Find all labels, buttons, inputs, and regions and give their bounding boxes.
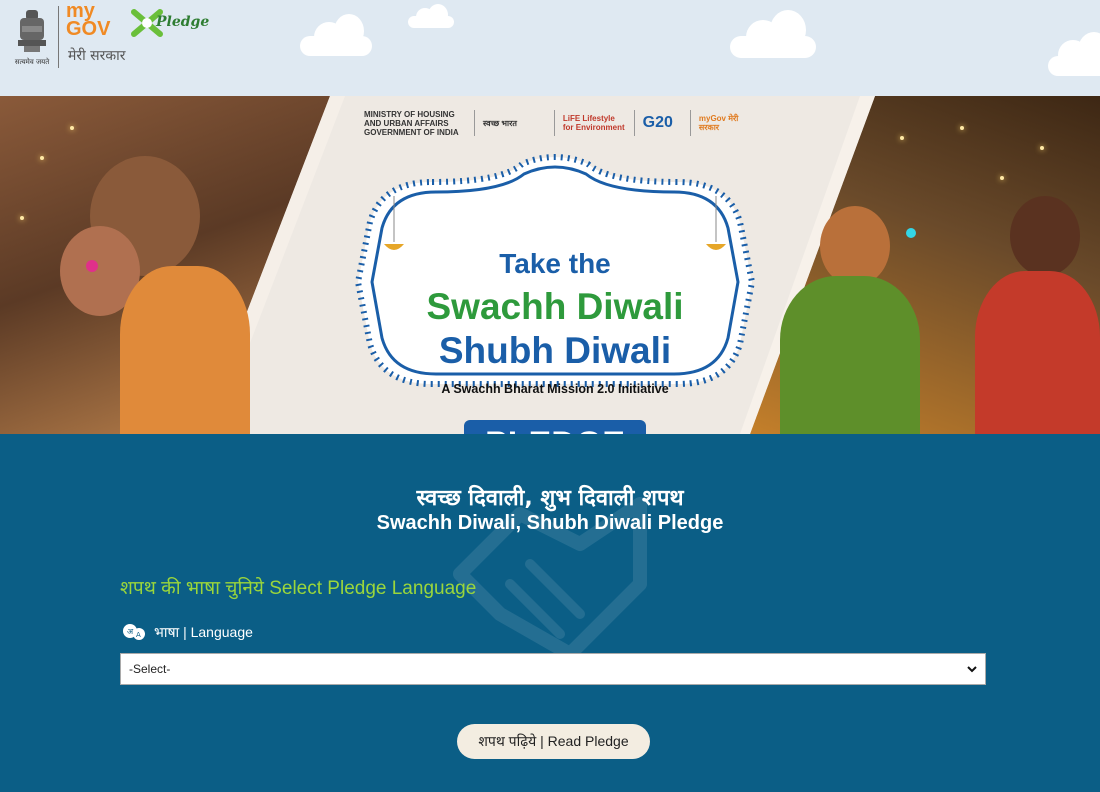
sponsor-mohua: MINISTRY OF HOUSING AND URBAN AFFAIRS GO… — [364, 109, 459, 137]
translate-icon: अ A — [123, 624, 145, 640]
sponsor-separator — [633, 110, 635, 136]
sponsor-swachh-bharat: स्वच्छ भारत — [483, 118, 517, 128]
language-select[interactable]: -Select- — [120, 653, 986, 685]
sponsor-mygov: myGov मेरी सरकार — [698, 114, 739, 132]
pledge-banner: MINISTRY OF HOUSING AND URBAN AFFAIRS GO… — [0, 96, 1100, 434]
badge-line-take-the: Take the — [499, 248, 611, 279]
language-label: अ A भाषा | Language — [122, 622, 253, 642]
mygov-logo-gov: GOV — [66, 18, 111, 40]
decor-light — [1040, 146, 1044, 150]
badge-line-shubh-diwali: Shubh Diwali — [438, 330, 672, 371]
mygov-logo[interactable]: my GOV — [66, 1, 111, 40]
read-pledge-button[interactable]: शपथ पढ़िये | Read Pledge — [457, 724, 650, 759]
badge-subtitle: A Swachh Bharat Mission 2.0 Initiative — [441, 382, 669, 396]
svg-text:अ: अ — [127, 627, 134, 636]
language-select-value: -Select- — [129, 662, 171, 676]
pledge-wordmark: Pledge — [156, 14, 210, 30]
sponsor-logos: MINISTRY OF HOUSING AND URBAN AFFAIRS GO… — [364, 108, 744, 138]
site-header: सत्यमेव जयते my GOV मेरी सरकार Pledge — [0, 0, 1100, 96]
language-label-text: भाषा | Language — [154, 623, 253, 640]
chevron-down-icon — [967, 666, 977, 673]
mygov-tagline: मेरी सरकार — [68, 48, 126, 64]
red-dress — [975, 271, 1100, 434]
svg-text:A: A — [136, 631, 141, 639]
sponsor-separator — [689, 110, 691, 136]
pledge-badge: Take the Swachh Diwali Shubh Diwali A Sw… — [352, 152, 758, 434]
header-divider — [58, 6, 59, 68]
sponsor-separator — [553, 110, 555, 136]
cyan-dot — [906, 228, 916, 238]
page-title-english: Swachh Diwali, Shubh Diwali Pledge — [376, 512, 724, 534]
girl-figure-right — [1010, 196, 1080, 276]
emblem-caption: सत्यमेव जयते — [14, 58, 50, 66]
badge-frame — [354, 154, 756, 387]
badge-line-swachh-diwali: Swachh Diwali — [426, 286, 684, 327]
badge-pledge-label: PLEDGE — [464, 420, 646, 434]
decor-light — [960, 126, 964, 130]
decor-light — [20, 216, 24, 220]
green-dress — [780, 276, 920, 434]
select-language-heading: शपथ की भाषा चुनिये Select Pledge Languag… — [120, 578, 477, 599]
page-title-hindi: स्वच्छ दिवाली, शुभ दिवाली शपथ — [416, 486, 684, 511]
decor-light — [70, 126, 74, 130]
cloud-decoration — [730, 10, 816, 58]
sponsor-life: LiFE Lifestyle for Environment — [562, 114, 625, 132]
girl-figure-left — [820, 206, 890, 286]
decor-light — [1000, 176, 1004, 180]
decor-light — [900, 136, 904, 140]
pink-dot — [86, 260, 98, 272]
clothing-shape — [120, 266, 250, 434]
cloud-decoration — [300, 14, 372, 56]
sponsor-g20: G20 — [642, 114, 673, 131]
cloud-decoration — [1048, 32, 1100, 76]
cloud-decoration — [408, 4, 454, 28]
pledge-form-section: स्वच्छ दिवाली, शुभ दिवाली शपथ Swachh Diw… — [0, 434, 1100, 792]
decor-light — [40, 156, 44, 160]
sponsor-separator — [474, 110, 476, 136]
